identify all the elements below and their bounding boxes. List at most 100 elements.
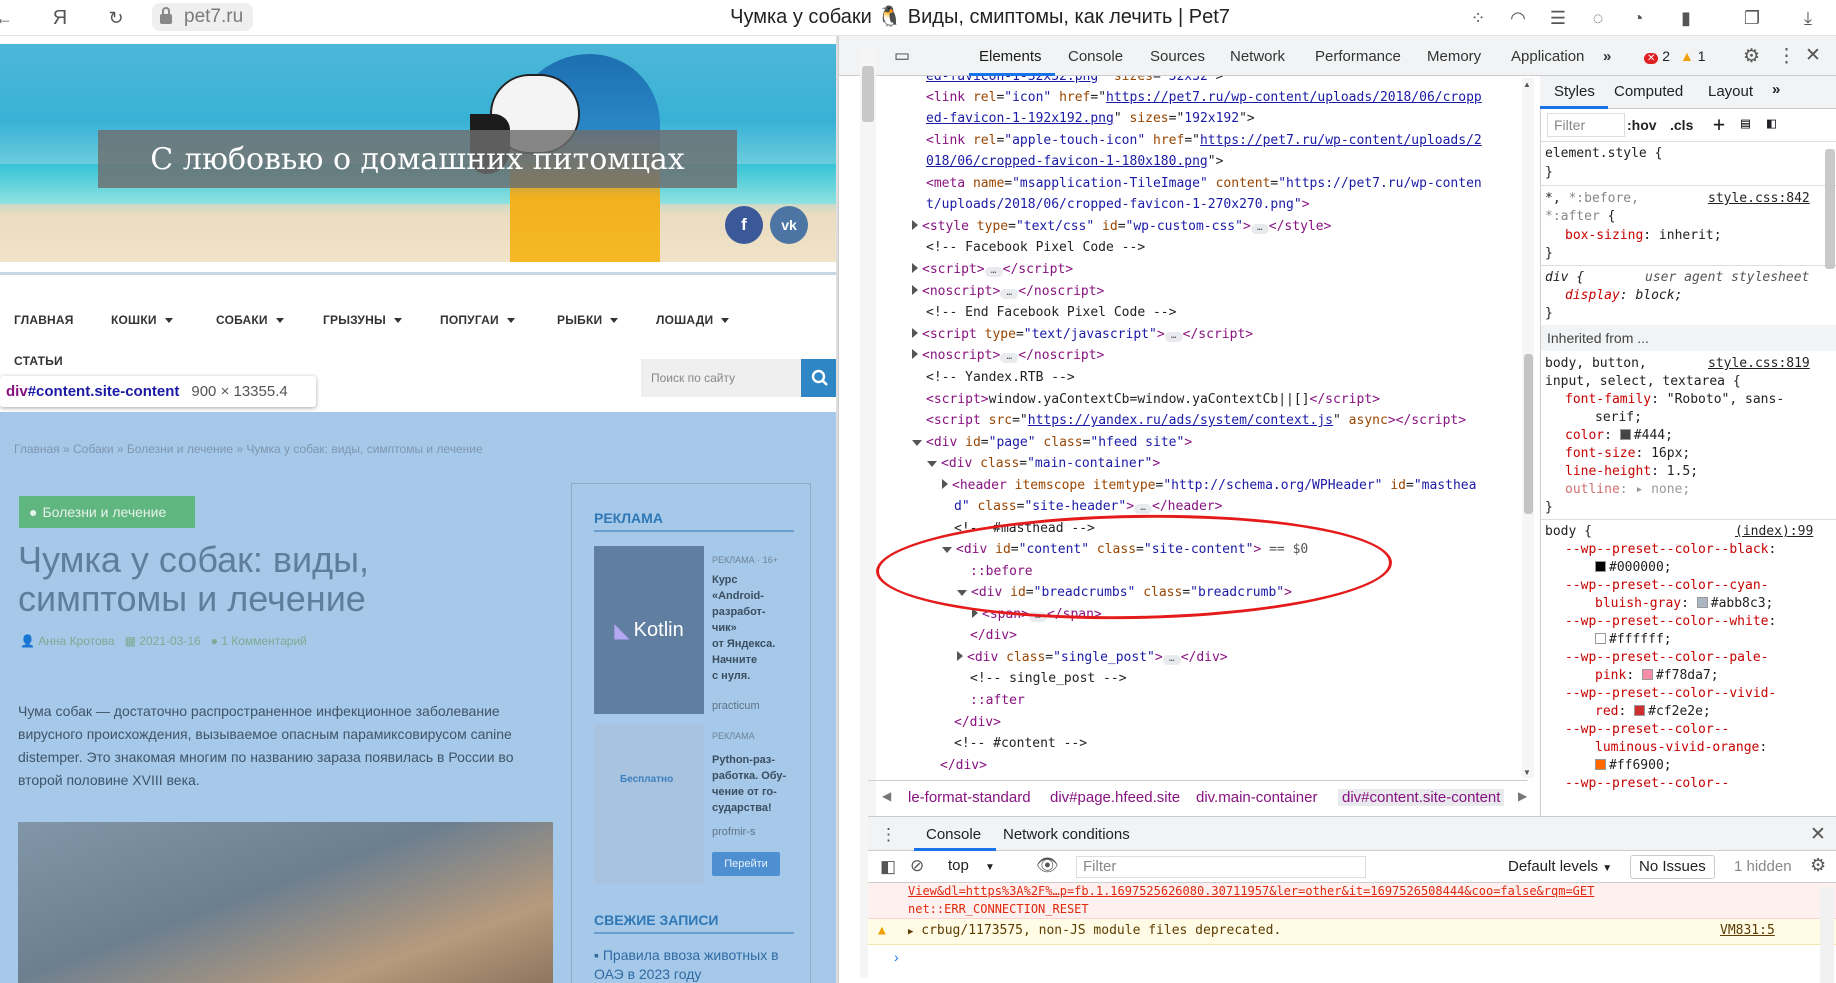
css-declaration[interactable]: --wp--preset--color--black: <box>1565 541 1776 559</box>
recent-post-item[interactable]: ▪ Правила ввоза животных в ОАЭ в 2023 го… <box>594 946 804 983</box>
article-author[interactable]: Анна Кротова <box>38 634 114 648</box>
css-source-link[interactable]: style.css:819 <box>1708 355 1810 373</box>
css-declaration[interactable]: --wp--preset--color--vivid- <box>1565 685 1776 703</box>
css-source-link[interactable]: style.css:842 <box>1708 190 1810 208</box>
nav-item-horses[interactable]: ЛОШАДИ <box>656 313 730 327</box>
close-drawer-icon[interactable]: ✕ <box>1810 823 1826 846</box>
add-rule-icon[interactable]: + <box>1713 112 1725 136</box>
address-bar[interactable]: pet7.ru <box>152 3 254 31</box>
extension-badge-icon[interactable]: ◔ <box>1626 6 1650 30</box>
console-error-message[interactable]: View&dl=https%3A%2F%…p=fb.1.169752562608… <box>868 883 1836 919</box>
console-scrollbar[interactable] <box>1820 887 1834 983</box>
issues-button[interactable]: No Issues <box>1630 855 1715 879</box>
nav-item-parrots[interactable]: ПОПУГАИ <box>440 313 515 327</box>
kebab-menu-icon[interactable]: ⋮ <box>1777 45 1796 68</box>
headphones-icon[interactable]: ◠ <box>1506 6 1530 30</box>
dom-line[interactable]: <div class="main-container"> <box>927 455 1160 473</box>
dom-line[interactable]: t/uploads/2018/06/cropped-favicon-1-270x… <box>926 196 1310 214</box>
context-selector[interactable]: top ▼ <box>948 857 995 874</box>
page-scrollbar-thumb[interactable] <box>862 66 874 122</box>
warning-source-link[interactable]: VM831:5 <box>1720 923 1775 938</box>
dom-line[interactable]: <meta name="msapplication-TileImage" con… <box>926 175 1482 193</box>
error-url[interactable]: View&dl=https%3A%2F%…p=fb.1.169752562608… <box>908 884 1594 898</box>
paint-icon[interactable]: ▤ <box>1741 114 1750 132</box>
dom-line[interactable]: <script src="https://yandex.ru/ads/syste… <box>926 412 1466 430</box>
bookmark-icon[interactable]: ▮ <box>1674 6 1698 30</box>
css-rule-selector[interactable]: body, button, <box>1545 355 1647 373</box>
nav-item-articles[interactable]: СТАТЬИ <box>14 354 63 368</box>
tab-elements[interactable]: Elements <box>979 48 1042 65</box>
more-tabs-icon[interactable]: » <box>1603 48 1611 65</box>
nav-item-dogs[interactable]: СОБАКИ <box>216 313 284 327</box>
breadcrumb[interactable]: Главная » Собаки » Болезни и лечение » Ч… <box>14 442 483 456</box>
search-button[interactable] <box>801 359 838 397</box>
kotlin-ad-image[interactable]: ◣ Kotlin <box>594 546 704 714</box>
dom-line[interactable]: </div> <box>970 627 1017 645</box>
dom-line[interactable]: <style type="text/css" id="wp-custom-css… <box>912 218 1331 236</box>
back-arrow-icon[interactable]: ← <box>0 6 16 30</box>
dom-crumb[interactable]: div.main-container <box>1196 789 1317 806</box>
dom-line[interactable]: <script>window.yaContextCb=window.yaCont… <box>926 391 1380 409</box>
error-warning-counter[interactable]: ✕ 2 ▲ 1 <box>1644 48 1706 64</box>
chevron-left-icon[interactable]: ◀ <box>882 789 891 803</box>
log-levels-dropdown[interactable]: Default levels ▼ <box>1508 858 1612 875</box>
dom-crumb[interactable]: div#page.hfeed.site <box>1050 789 1180 806</box>
scroll-up-icon[interactable]: ▲ <box>1523 80 1531 89</box>
dom-line[interactable]: <header itemscope itemtype="http://schem… <box>942 477 1476 495</box>
tab-console[interactable]: Console <box>1068 48 1123 65</box>
yandex-logo-icon[interactable]: Я <box>48 6 72 30</box>
ad2-text[interactable]: Python-раз- работка. Обу- чение от го- с… <box>712 752 786 816</box>
nav-item-home[interactable]: ГЛАВНАЯ <box>14 313 74 327</box>
dom-line[interactable]: <noscript>… </noscript> <box>912 283 1104 301</box>
dom-line[interactable]: ed-favicon-1-32x32.png" sizes="32x32"> <box>926 76 1223 86</box>
css-declaration[interactable]: --wp--preset--color--white: <box>1565 613 1776 631</box>
css-declaration[interactable]: display: block; <box>1565 287 1682 305</box>
console-prompt-icon[interactable]: › <box>894 949 899 965</box>
dom-comment[interactable]: <!-- Facebook Pixel Code --> <box>926 239 1145 257</box>
css-declaration[interactable]: line-height: 1.5; <box>1565 463 1698 481</box>
cls-toggle[interactable]: .cls <box>1670 117 1693 133</box>
close-devtools-icon[interactable]: ✕ <box>1805 44 1821 67</box>
css-source-link[interactable]: (index):99 <box>1735 523 1813 541</box>
css-declaration[interactable]: --wp--preset--color-- <box>1565 775 1729 793</box>
css-declaration[interactable]: color: #444; <box>1565 427 1673 445</box>
apps-grid-icon[interactable]: ⁘ <box>1466 6 1490 30</box>
tab-application[interactable]: Application <box>1511 48 1584 65</box>
css-declaration[interactable]: outline: ▸ none; <box>1565 481 1690 499</box>
clear-console-icon[interactable]: ⊘ <box>910 856 924 876</box>
nav-item-fish[interactable]: РЫБКИ <box>557 313 619 327</box>
dom-line[interactable]: 018/06/cropped-favicon-1-180x180.png"> <box>926 153 1223 171</box>
dom-line[interactable]: </div> <box>954 714 1001 732</box>
drawer-tab-console[interactable]: Console <box>926 826 981 843</box>
category-badge[interactable]: ● Болезни и лечение <box>19 496 195 528</box>
elements-scrollbar-thumb[interactable] <box>1524 354 1533 514</box>
styles-filter-input[interactable]: Filter <box>1547 113 1625 137</box>
dom-crumb-selected[interactable]: div#content.site-content <box>1338 789 1505 806</box>
drawer-menu-icon[interactable]: ⋮ <box>880 825 897 845</box>
css-declaration[interactable]: font-size: 16px; <box>1565 445 1690 463</box>
css-declaration[interactable]: --wp--preset--color--pale- <box>1565 649 1769 667</box>
tab-network[interactable]: Network <box>1230 48 1285 65</box>
hov-toggle[interactable]: :hov <box>1627 117 1657 133</box>
dom-comment[interactable]: <!-- #content --> <box>954 735 1087 753</box>
dom-line[interactable]: <noscript>… </noscript> <box>912 347 1104 365</box>
tab-sources[interactable]: Sources <box>1150 48 1205 65</box>
scroll-down-icon[interactable]: ▼ <box>1523 768 1531 777</box>
vk-icon[interactable]: vk <box>770 206 808 244</box>
settings-gear-icon[interactable]: ⚙ <box>1743 45 1760 68</box>
sidebar-toggle-icon[interactable]: ◧ <box>880 857 896 877</box>
download-icon[interactable]: ⤓ <box>1796 6 1820 30</box>
css-declaration[interactable]: --wp--preset--color--cyan- <box>1565 577 1769 595</box>
chevron-right-icon[interactable]: ▶ <box>1518 789 1527 803</box>
console-settings-gear-icon[interactable]: ⚙ <box>1810 855 1826 876</box>
sidebar-toggle-icon[interactable]: ◧ <box>1767 114 1776 132</box>
tab-performance[interactable]: Performance <box>1315 48 1401 65</box>
facebook-icon[interactable]: f <box>725 206 763 244</box>
css-rule-selector[interactable]: div { <box>1545 269 1584 287</box>
ad1-text[interactable]: Курс «Android- разработ- чик» от Яндекса… <box>712 572 775 684</box>
dom-line[interactable]: <script>… </script> <box>912 261 1073 279</box>
dom-line[interactable]: <div id="page" class="hfeed site"> <box>912 434 1192 452</box>
styles-scrollbar-thumb[interactable] <box>1825 149 1835 269</box>
chat-icon[interactable]: ◌ <box>1586 6 1610 30</box>
dom-line[interactable]: <script type="text/javascript">… </script… <box>912 326 1253 344</box>
